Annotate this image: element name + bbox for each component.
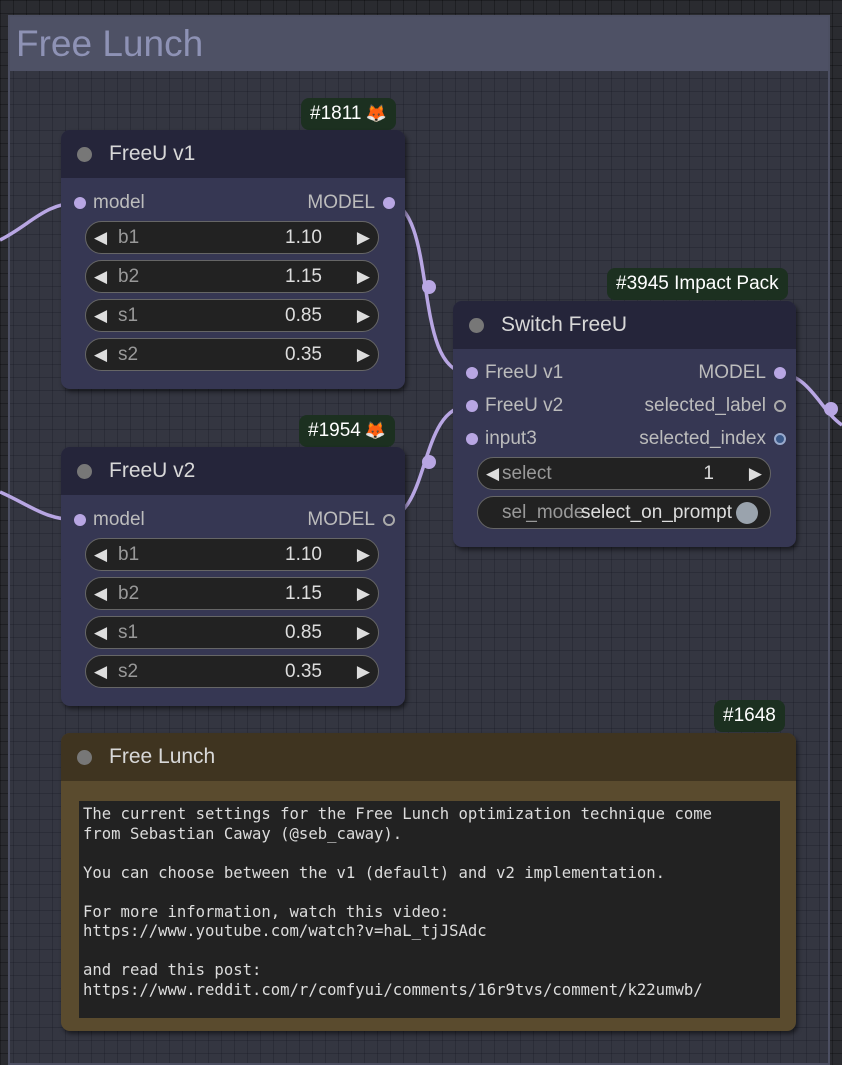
increment-arrow-icon[interactable]: ▶ bbox=[357, 578, 370, 609]
input-pin-icon[interactable] bbox=[74, 197, 86, 209]
widget-sel-mode-toggle[interactable]: sel_mode select_on_prompt bbox=[477, 496, 771, 529]
node-title-bar[interactable]: FreeU v1 bbox=[61, 130, 405, 178]
node-title-bar[interactable]: Free Lunch bbox=[61, 733, 796, 781]
increment-arrow-icon[interactable]: ▶ bbox=[749, 458, 762, 489]
input-slot-model[interactable]: model bbox=[74, 507, 145, 533]
output-pin-icon[interactable] bbox=[383, 197, 395, 209]
collapse-dot-icon[interactable] bbox=[77, 147, 92, 162]
increment-arrow-icon[interactable]: ▶ bbox=[357, 222, 370, 253]
input-pin-icon[interactable] bbox=[74, 514, 86, 526]
widget-select[interactable]: ◀ select 1 ▶ bbox=[477, 457, 771, 490]
collapse-dot-icon[interactable] bbox=[77, 464, 92, 479]
node-note-free-lunch[interactable]: Free Lunch The current settings for the … bbox=[61, 733, 796, 1031]
link-midpoint-v2 bbox=[422, 455, 436, 469]
toggle-knob-icon[interactable] bbox=[736, 502, 758, 524]
increment-arrow-icon[interactable]: ▶ bbox=[357, 539, 370, 570]
node-switch-freeu[interactable]: Switch FreeU FreeU v1 FreeU v2 input3 MO… bbox=[453, 301, 796, 547]
output-slot-model[interactable]: MODEL bbox=[307, 507, 395, 533]
decrement-arrow-icon[interactable]: ◀ bbox=[94, 539, 107, 570]
output-pin-icon[interactable] bbox=[383, 514, 395, 526]
decrement-arrow-icon[interactable]: ◀ bbox=[94, 578, 107, 609]
increment-arrow-icon[interactable]: ▶ bbox=[357, 617, 370, 648]
input-slot-input3[interactable]: input3 bbox=[466, 426, 537, 452]
increment-arrow-icon[interactable]: ▶ bbox=[357, 261, 370, 292]
widget-s2[interactable]: ◀ s2 0.35 ▶ bbox=[85, 338, 379, 371]
node-id-badge: #1811 🦊 bbox=[301, 98, 396, 130]
node-title-bar[interactable]: FreeU v2 bbox=[61, 447, 405, 495]
increment-arrow-icon[interactable]: ▶ bbox=[357, 300, 370, 331]
input-pin-icon[interactable] bbox=[466, 400, 478, 412]
output-pin-icon[interactable] bbox=[774, 433, 786, 445]
output-slot-selected-index[interactable]: selected_index bbox=[639, 426, 786, 452]
output-slot-selected-label[interactable]: selected_label bbox=[645, 393, 786, 419]
input-slot-model[interactable]: model bbox=[74, 190, 145, 216]
widget-s1[interactable]: ◀ s1 0.85 ▶ bbox=[85, 616, 379, 649]
widget-b2[interactable]: ◀ b2 1.15 ▶ bbox=[85, 577, 379, 610]
widget-b1[interactable]: ◀ b1 1.10 ▶ bbox=[85, 221, 379, 254]
input-slot-freeu-v2[interactable]: FreeU v2 bbox=[466, 393, 563, 419]
link-midpoint-v1 bbox=[422, 280, 436, 294]
decrement-arrow-icon[interactable]: ◀ bbox=[94, 222, 107, 253]
input-pin-icon[interactable] bbox=[466, 367, 478, 379]
decrement-arrow-icon[interactable]: ◀ bbox=[94, 656, 107, 687]
widget-b1[interactable]: ◀ b1 1.10 ▶ bbox=[85, 538, 379, 571]
node-id-badge: #3945 Impact Pack bbox=[607, 268, 788, 300]
input-slot-freeu-v1[interactable]: FreeU v1 bbox=[466, 360, 563, 386]
collapse-dot-icon[interactable] bbox=[77, 750, 92, 765]
output-pin-icon[interactable] bbox=[774, 367, 786, 379]
decrement-arrow-icon[interactable]: ◀ bbox=[94, 300, 107, 331]
decrement-arrow-icon[interactable]: ◀ bbox=[94, 339, 107, 370]
output-slot-model[interactable]: MODEL bbox=[307, 190, 395, 216]
widget-s2[interactable]: ◀ s2 0.35 ▶ bbox=[85, 655, 379, 688]
input-pin-icon[interactable] bbox=[466, 433, 478, 445]
collapse-dot-icon[interactable] bbox=[469, 318, 484, 333]
note-text-area[interactable]: The current settings for the Free Lunch … bbox=[79, 801, 780, 1018]
increment-arrow-icon[interactable]: ▶ bbox=[357, 339, 370, 370]
link-midpoint-out bbox=[824, 402, 838, 416]
node-freeu-v1[interactable]: FreeU v1 model MODEL ◀ b1 1.10 ▶ ◀ b2 1.… bbox=[61, 130, 405, 389]
fox-icon: 🦊 bbox=[365, 104, 387, 123]
node-freeu-v2[interactable]: FreeU v2 model MODEL ◀ b1 1.10 ▶ ◀ b2 1.… bbox=[61, 447, 405, 706]
widget-s1[interactable]: ◀ s1 0.85 ▶ bbox=[85, 299, 379, 332]
output-slot-model[interactable]: MODEL bbox=[698, 360, 786, 386]
decrement-arrow-icon[interactable]: ◀ bbox=[94, 261, 107, 292]
node-id-badge: #1648 bbox=[714, 700, 785, 732]
fox-icon: 🦊 bbox=[364, 421, 387, 440]
decrement-arrow-icon[interactable]: ◀ bbox=[94, 617, 107, 648]
node-id-badge: #1954 🦊 bbox=[299, 415, 396, 447]
increment-arrow-icon[interactable]: ▶ bbox=[357, 656, 370, 687]
output-pin-icon[interactable] bbox=[774, 400, 786, 412]
decrement-arrow-icon[interactable]: ◀ bbox=[486, 458, 499, 489]
widget-b2[interactable]: ◀ b2 1.15 ▶ bbox=[85, 260, 379, 293]
node-title-bar[interactable]: Switch FreeU bbox=[453, 301, 796, 349]
